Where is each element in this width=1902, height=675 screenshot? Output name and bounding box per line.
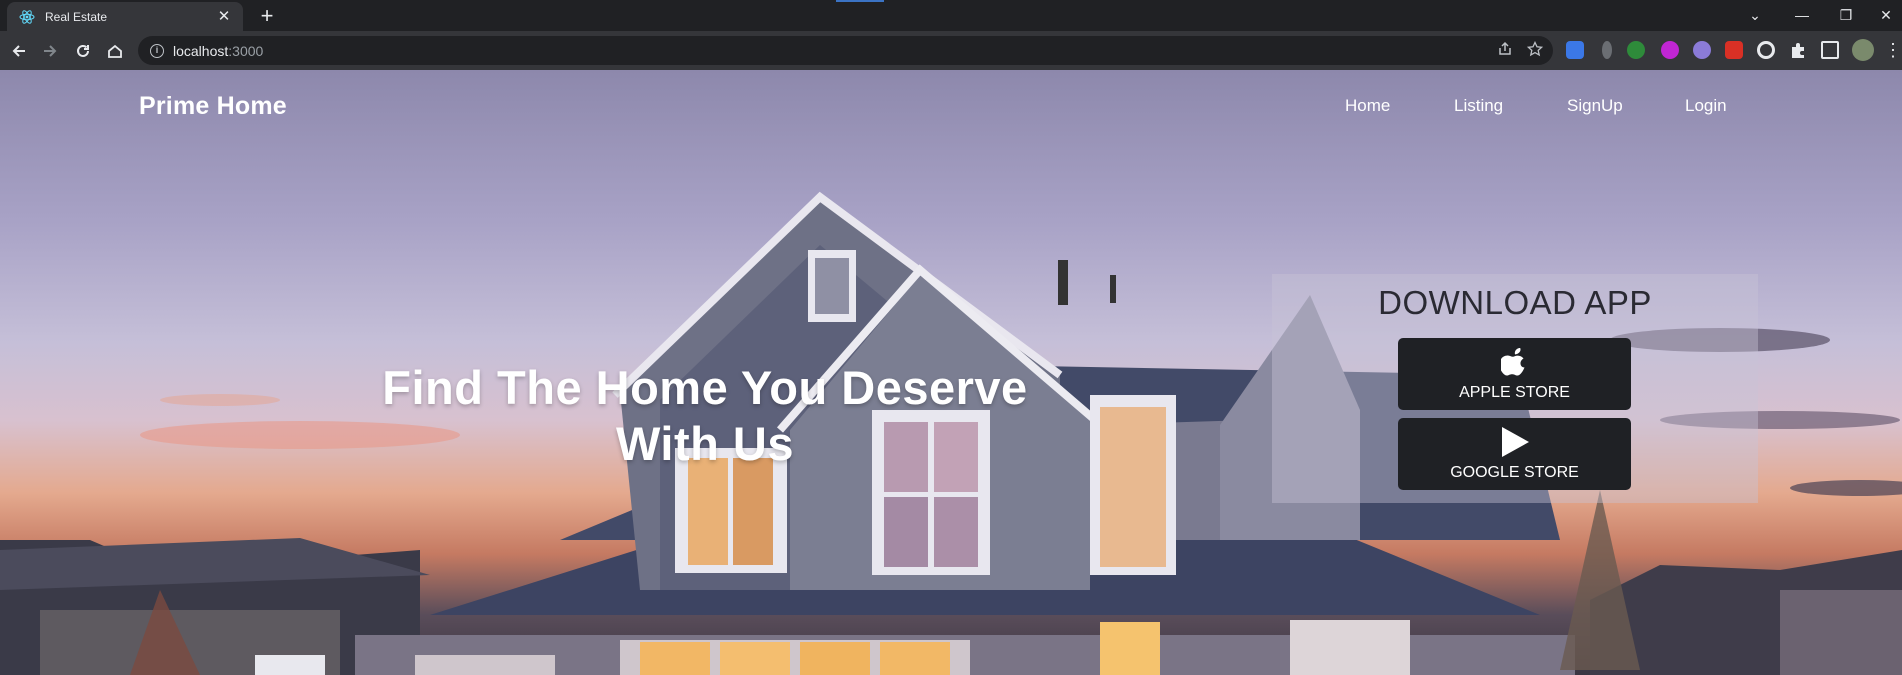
apple-store-button[interactable]: APPLE STORE (1398, 338, 1631, 410)
tab-title: Real Estate (45, 9, 108, 24)
circle-extension-icon[interactable] (1757, 41, 1775, 59)
back-arrow-icon[interactable] (7, 39, 31, 63)
minimize-button[interactable]: — (1786, 3, 1818, 27)
reload-icon[interactable] (71, 39, 95, 63)
react-icon (19, 9, 35, 25)
new-tab-button[interactable]: + (256, 5, 278, 27)
tab-close-icon[interactable]: ✕ (215, 8, 233, 26)
google-store-button[interactable]: GOOGLE STORE (1398, 418, 1631, 490)
tab-group-indicator (836, 0, 884, 2)
site-logo[interactable]: Prime Home (139, 92, 287, 121)
forward-arrow-icon[interactable] (38, 39, 62, 63)
red-extension-icon[interactable] (1725, 41, 1743, 59)
apple-store-label: APPLE STORE (1459, 384, 1570, 401)
puzzle-icon[interactable] (1789, 41, 1807, 59)
profile-avatar[interactable] (1852, 39, 1874, 61)
browser-menu-icon[interactable]: ⋮ (1884, 38, 1902, 62)
extension-gray-icon[interactable] (1602, 41, 1612, 59)
site-info-icon[interactable]: i (150, 43, 164, 58)
download-app-panel: DOWNLOAD APP APPLE STORE GOOGLE STORE (1272, 274, 1758, 503)
home-icon[interactable] (103, 39, 127, 63)
tree-icon[interactable] (1627, 41, 1645, 59)
browser-tab[interactable]: Real Estate ✕ (7, 2, 243, 31)
window-close-button[interactable]: ✕ (1870, 3, 1902, 27)
url-host: localhost (173, 42, 229, 59)
page-viewport: Prime Home Home Listing SignUp Login Fin… (0, 70, 1902, 675)
apple-icon (1398, 346, 1631, 376)
address-bar[interactable]: i localhost:3000 (138, 36, 1553, 65)
restore-button[interactable]: ❐ (1830, 3, 1862, 27)
translate-icon[interactable] (1566, 41, 1584, 59)
gem-icon[interactable] (1693, 41, 1711, 59)
share-icon[interactable] (1497, 41, 1513, 62)
tab-strip: Real Estate ✕ + ⌄ — ❐ ✕ (0, 0, 1902, 31)
google-store-label: GOOGLE STORE (1450, 464, 1579, 481)
play-icon (1398, 426, 1631, 458)
nav-login-link[interactable]: Login (1685, 96, 1727, 116)
nav-listing-link[interactable]: Listing (1454, 96, 1503, 116)
bookmark-star-icon[interactable] (1526, 40, 1544, 62)
browser-toolbar: i localhost:3000 ⋮ (0, 31, 1902, 70)
nav-signup-link[interactable]: SignUp (1567, 96, 1623, 116)
music-icon[interactable] (1661, 41, 1679, 59)
hero-heading-line2: With Us (615, 417, 794, 470)
nav-home-link[interactable]: Home (1345, 96, 1390, 116)
hero-heading: Find The Home You Deserve With Us (300, 360, 1110, 472)
tab-search-icon[interactable]: ⌄ (1739, 3, 1771, 27)
download-app-title: DOWNLOAD APP (1378, 284, 1652, 321)
url-port: :3000 (228, 42, 264, 59)
sidebar-icon[interactable] (1821, 41, 1839, 59)
hero-heading-line1: Find The Home You Deserve (382, 361, 1028, 414)
